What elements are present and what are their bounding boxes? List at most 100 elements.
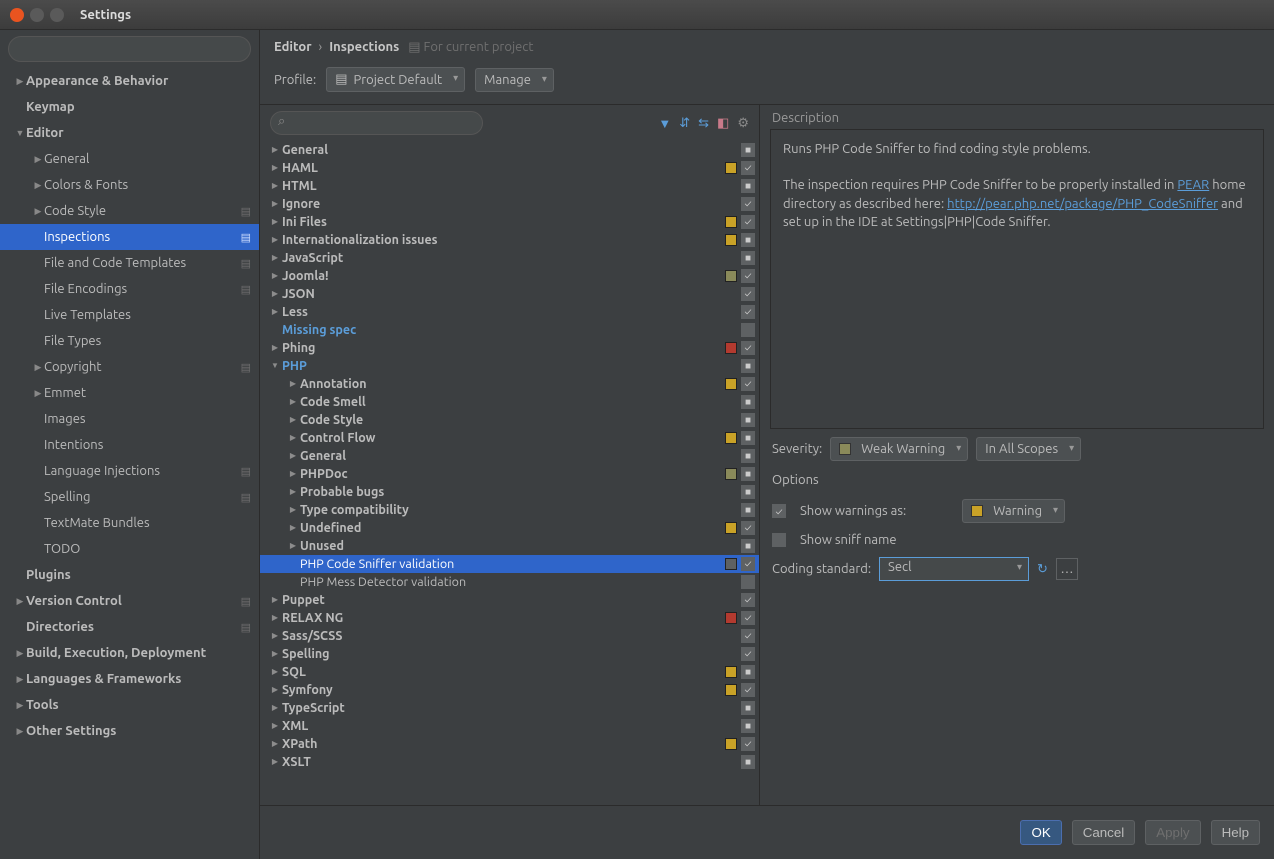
inspection-tree-item[interactable]: ▶XSLT■ — [260, 753, 759, 771]
inspection-checkbox[interactable]: ■ — [741, 179, 755, 193]
sidebar-item[interactable]: Images — [0, 406, 259, 432]
sidebar-item[interactable]: ▶Appearance & Behavior — [0, 68, 259, 94]
inspection-tree-item[interactable]: ▶General■ — [260, 447, 759, 465]
inspection-tree-item[interactable]: ▼PHP■ — [260, 357, 759, 375]
inspection-checkbox[interactable]: ✓ — [741, 647, 755, 661]
sidebar-item[interactable]: ▼Editor — [0, 120, 259, 146]
inspection-checkbox[interactable]: ✓ — [741, 629, 755, 643]
warning-level-combo[interactable]: Warning — [962, 499, 1065, 523]
inspection-tree-item[interactable]: ▶Control Flow■ — [260, 429, 759, 447]
inspection-tree-item[interactable]: ▶Ignore✓ — [260, 195, 759, 213]
inspection-checkbox[interactable]: ✓ — [741, 305, 755, 319]
inspection-checkbox[interactable]: ■ — [741, 755, 755, 769]
inspection-checkbox[interactable]: ■ — [741, 719, 755, 733]
close-icon[interactable] — [10, 8, 24, 22]
inspection-checkbox[interactable]: ✓ — [741, 521, 755, 535]
show-sniff-checkbox[interactable]: ✓ — [772, 533, 786, 547]
sidebar-item[interactable]: ▶Code Style▤ — [0, 198, 259, 224]
inspection-checkbox[interactable]: ✓ — [741, 737, 755, 751]
ok-button[interactable]: OK — [1020, 820, 1061, 845]
sidebar-item[interactable]: ▶Other Settings — [0, 718, 259, 744]
inspection-tree-item[interactable]: Missing spec✓ — [260, 321, 759, 339]
inspection-checkbox[interactable]: ✓ — [741, 323, 755, 337]
inspection-tree-item[interactable]: ▶Less✓ — [260, 303, 759, 321]
sidebar-item[interactable]: File Types — [0, 328, 259, 354]
sidebar-item[interactable]: ▶Languages & Frameworks — [0, 666, 259, 692]
inspection-checkbox[interactable]: ✓ — [741, 215, 755, 229]
inspection-tree-item[interactable]: ▶Joomla!✓ — [260, 267, 759, 285]
sidebar-item[interactable]: TODO — [0, 536, 259, 562]
inspections-search-input[interactable] — [270, 111, 483, 135]
sidebar-item[interactable]: Plugins — [0, 562, 259, 588]
inspection-tree-item[interactable]: ▶Sass/SCSS✓ — [260, 627, 759, 645]
inspection-tree-item[interactable]: ▶Internationalization issues■ — [260, 231, 759, 249]
inspection-tree-item[interactable]: ▶Symfony✓ — [260, 681, 759, 699]
inspection-checkbox[interactable]: ✓ — [741, 593, 755, 607]
sidebar-item[interactable]: Inspections▤ — [0, 224, 259, 250]
inspection-checkbox[interactable]: ■ — [741, 359, 755, 373]
inspection-checkbox[interactable]: ✓ — [741, 557, 755, 571]
maximize-icon[interactable] — [50, 8, 64, 22]
sidebar-item[interactable]: ▶Emmet — [0, 380, 259, 406]
filter-icon[interactable]: ▼ — [658, 116, 671, 131]
inspection-checkbox[interactable]: ■ — [741, 143, 755, 157]
sidebar-item[interactable]: ▶Copyright▤ — [0, 354, 259, 380]
inspection-tree-item[interactable]: PHP Mess Detector validation✓ — [260, 573, 759, 591]
sidebar-item[interactable]: ▶Build, Execution, Deployment — [0, 640, 259, 666]
inspection-tree-item[interactable]: ▶Annotation✓ — [260, 375, 759, 393]
browse-button[interactable]: … — [1056, 558, 1078, 580]
sidebar-search-input[interactable] — [8, 36, 251, 62]
inspection-tree-item[interactable]: ▶Ini Files✓ — [260, 213, 759, 231]
sidebar-item[interactable]: File and Code Templates▤ — [0, 250, 259, 276]
apply-button[interactable]: Apply — [1145, 820, 1200, 845]
sidebar-item[interactable]: Keymap — [0, 94, 259, 120]
inspection-checkbox[interactable]: ✓ — [741, 269, 755, 283]
inspection-tree-item[interactable]: ▶RELAX NG✓ — [260, 609, 759, 627]
inspection-tree-item[interactable]: ▶PHPDoc■ — [260, 465, 759, 483]
inspection-tree-item[interactable]: ▶Undefined✓ — [260, 519, 759, 537]
inspection-checkbox[interactable]: ■ — [741, 431, 755, 445]
gear-icon[interactable]: ⚙ — [737, 116, 749, 131]
inspection-checkbox[interactable]: ■ — [741, 539, 755, 553]
inspection-checkbox[interactable]: ✓ — [741, 377, 755, 391]
pear-link[interactable]: PEAR — [1177, 178, 1209, 192]
inspection-checkbox[interactable]: ■ — [741, 503, 755, 517]
inspection-checkbox[interactable]: ■ — [741, 413, 755, 427]
scope-combo[interactable]: In All Scopes — [976, 437, 1081, 461]
sidebar-item[interactable]: Live Templates — [0, 302, 259, 328]
inspection-tree-item[interactable]: ▶Probable bugs■ — [260, 483, 759, 501]
inspection-checkbox[interactable]: ■ — [741, 701, 755, 715]
sidebar-item[interactable]: ▶Colors & Fonts — [0, 172, 259, 198]
inspection-tree-item[interactable]: ▶TypeScript■ — [260, 699, 759, 717]
inspection-checkbox[interactable]: ✓ — [741, 287, 755, 301]
sidebar-item[interactable]: TextMate Bundles — [0, 510, 259, 536]
inspection-checkbox[interactable]: ✓ — [741, 161, 755, 175]
inspection-checkbox[interactable]: ■ — [741, 467, 755, 481]
profile-combo[interactable]: ▤ Project Default — [326, 67, 465, 92]
inspection-checkbox[interactable]: ■ — [741, 485, 755, 499]
show-warnings-checkbox[interactable]: ✓ — [772, 504, 786, 518]
sidebar-item[interactable]: Intentions — [0, 432, 259, 458]
inspection-checkbox[interactable]: ■ — [741, 665, 755, 679]
inspection-tree-item[interactable]: ▶Code Style■ — [260, 411, 759, 429]
coding-standard-select[interactable]: Secl — [879, 557, 1029, 581]
inspection-tree-item[interactable]: ▶SQL■ — [260, 663, 759, 681]
inspection-tree-item[interactable]: ▶JSON✓ — [260, 285, 759, 303]
inspection-tree-item[interactable]: ▶XPath✓ — [260, 735, 759, 753]
sidebar-item[interactable]: ▶Tools — [0, 692, 259, 718]
inspection-checkbox[interactable]: ■ — [741, 449, 755, 463]
codesniffer-link[interactable]: http://pear.php.net/package/PHP_CodeSnif… — [947, 197, 1218, 211]
sidebar-item[interactable]: ▶General — [0, 146, 259, 172]
inspection-tree-item[interactable]: ▶HTML■ — [260, 177, 759, 195]
collapse-all-icon[interactable]: ⇆ — [698, 116, 709, 131]
help-button[interactable]: Help — [1211, 820, 1260, 845]
inspection-tree-item[interactable]: ▶Phing✓ — [260, 339, 759, 357]
inspection-checkbox[interactable]: ✓ — [741, 341, 755, 355]
inspection-checkbox[interactable]: ■ — [741, 233, 755, 247]
reset-icon[interactable]: ◧ — [717, 116, 729, 131]
manage-button[interactable]: Manage — [475, 68, 554, 92]
sidebar-item[interactable]: Directories▤ — [0, 614, 259, 640]
inspection-tree-item[interactable]: ▶XML■ — [260, 717, 759, 735]
inspection-tree-item[interactable]: ▶Puppet✓ — [260, 591, 759, 609]
minimize-icon[interactable] — [30, 8, 44, 22]
